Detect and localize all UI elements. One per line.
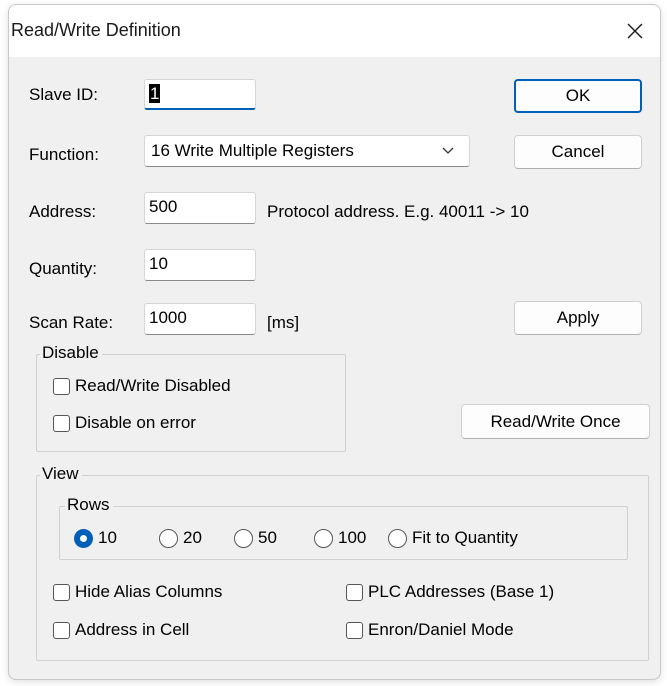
view-group-legend: View bbox=[40, 464, 82, 484]
rows-option-label: Fit to Quantity bbox=[412, 528, 518, 547]
function-selected-value: 16 Write Multiple Registers bbox=[151, 141, 354, 160]
checkbox-box bbox=[53, 621, 70, 639]
ok-button[interactable]: OK bbox=[514, 79, 642, 113]
address-hint: Protocol address. E.g. 40011 -> 10 bbox=[267, 202, 529, 221]
rows-group-legend: Rows bbox=[65, 495, 113, 515]
scan-rate-label: Scan Rate: bbox=[29, 313, 114, 332]
rows-option-label: 20 bbox=[183, 528, 202, 547]
address-input[interactable]: 500 bbox=[144, 192, 256, 224]
quantity-label: Quantity: bbox=[29, 259, 98, 278]
rows-radio-20[interactable]: 20 bbox=[159, 528, 202, 548]
chevron-down-icon bbox=[442, 147, 454, 154]
disable-on-error-label: Disable on error bbox=[75, 413, 196, 432]
cancel-button[interactable]: Cancel bbox=[514, 135, 642, 169]
enron-daniel-mode-checkbox[interactable]: Enron/Daniel Mode bbox=[346, 620, 514, 640]
checkbox-box bbox=[53, 414, 70, 432]
address-value: 500 bbox=[149, 197, 178, 216]
checkbox-box bbox=[346, 621, 363, 639]
rows-option-label: 100 bbox=[338, 528, 367, 547]
disable-groupbox bbox=[36, 354, 346, 452]
rows-radio-10[interactable]: 10 bbox=[74, 528, 117, 548]
title-bar: Read/Write Definition bbox=[9, 5, 660, 57]
read-write-once-button[interactable]: Read/Write Once bbox=[461, 404, 650, 439]
address-in-cell-checkbox[interactable]: Address in Cell bbox=[53, 620, 189, 640]
quantity-input[interactable]: 10 bbox=[144, 249, 256, 281]
rows-option-label: 10 bbox=[98, 528, 117, 547]
address-in-cell-label: Address in Cell bbox=[75, 620, 190, 639]
checkbox-box bbox=[53, 377, 70, 395]
disable-on-error-checkbox[interactable]: Disable on error bbox=[53, 413, 196, 433]
quantity-value: 10 bbox=[149, 254, 168, 273]
slave-id-input[interactable]: 1 bbox=[144, 79, 256, 110]
close-button[interactable] bbox=[610, 5, 660, 57]
enron-daniel-mode-label: Enron/Daniel Mode bbox=[368, 620, 514, 639]
radio-button bbox=[388, 528, 407, 548]
dialog-title: Read/Write Definition bbox=[11, 20, 181, 40]
rows-radio-50[interactable]: 50 bbox=[234, 528, 277, 548]
rows-radio-fit-to-quantity[interactable]: Fit to Quantity bbox=[388, 528, 518, 548]
function-label: Function: bbox=[29, 145, 99, 164]
plc-addresses-label: PLC Addresses (Base 1) bbox=[368, 582, 555, 601]
dialog-window: Read/Write Definition Slave ID: 1 Functi… bbox=[8, 4, 661, 680]
scan-rate-input[interactable]: 1000 bbox=[144, 303, 256, 335]
close-icon bbox=[627, 23, 643, 39]
disable-group-legend: Disable bbox=[40, 343, 102, 363]
rows-radio-100[interactable]: 100 bbox=[314, 528, 366, 548]
radio-button-checked bbox=[74, 528, 93, 548]
checkbox-box bbox=[346, 583, 363, 601]
scan-rate-value: 1000 bbox=[149, 308, 187, 327]
address-label: Address: bbox=[29, 202, 97, 221]
radio-button bbox=[234, 528, 253, 548]
read-write-disabled-checkbox[interactable]: Read/Write Disabled bbox=[53, 376, 231, 396]
apply-button[interactable]: Apply bbox=[514, 301, 642, 335]
slave-id-value: 1 bbox=[149, 84, 161, 103]
plc-addresses-checkbox[interactable]: PLC Addresses (Base 1) bbox=[346, 582, 554, 602]
read-write-disabled-label: Read/Write Disabled bbox=[75, 376, 231, 395]
slave-id-label: Slave ID: bbox=[29, 85, 98, 104]
checkbox-box bbox=[53, 583, 70, 601]
radio-button bbox=[159, 528, 178, 548]
rows-option-label: 50 bbox=[258, 528, 277, 547]
scan-rate-unit: [ms] bbox=[267, 313, 300, 332]
radio-button bbox=[314, 528, 333, 548]
hide-alias-columns-checkbox[interactable]: Hide Alias Columns bbox=[53, 582, 222, 602]
function-select[interactable]: 16 Write Multiple Registers bbox=[144, 135, 470, 167]
hide-alias-columns-label: Hide Alias Columns bbox=[75, 582, 223, 601]
